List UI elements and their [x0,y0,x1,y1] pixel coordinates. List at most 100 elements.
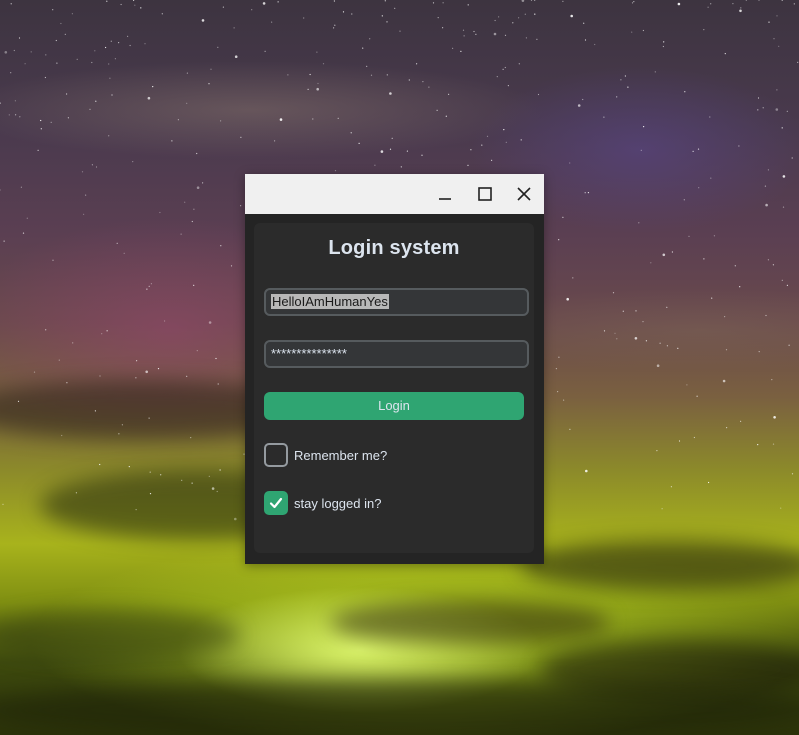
star [10,72,12,74]
star [584,192,586,194]
star [89,108,91,110]
star [210,68,212,70]
checkmark-icon [269,497,283,509]
star [146,288,148,290]
star [786,110,788,112]
star [460,50,462,53]
minimize-button[interactable] [425,174,465,214]
star [793,3,795,5]
star [711,297,713,299]
star [264,50,266,52]
star [160,474,162,476]
remember-me-checkbox[interactable] [264,443,288,467]
star [530,0,533,1]
star [309,73,311,76]
star [132,161,134,163]
star [662,253,666,257]
star [594,43,596,46]
star [333,0,335,2]
close-button[interactable] [504,174,544,214]
star [37,149,39,151]
star [577,104,581,107]
star [710,3,712,5]
star [216,490,218,493]
star [2,503,4,505]
star [76,58,78,61]
star [389,148,392,150]
star [758,351,760,353]
star [620,79,622,81]
remember-me-label[interactable]: Remember me? [294,448,387,463]
star [555,368,558,370]
star [475,33,477,35]
star [316,51,318,53]
star [118,433,120,435]
star [406,150,408,152]
star [536,38,538,40]
star [645,340,648,342]
star [4,51,8,54]
star [121,424,123,426]
star [493,32,497,36]
star [650,262,652,264]
star [33,371,36,373]
star [108,63,110,65]
login-window: Login system HelloIAmHumanYes **********… [245,174,544,564]
remember-me-checkbox-row[interactable]: Remember me? [264,443,387,467]
star [287,74,289,76]
login-button[interactable]: Login [264,392,524,420]
star [707,6,709,8]
star [780,507,782,509]
star [251,9,253,11]
star [642,321,644,323]
maximize-button[interactable] [465,174,505,214]
star [30,51,32,53]
star [147,96,151,100]
star [782,206,785,208]
title-bar[interactable] [245,174,544,214]
star [739,9,742,13]
star [503,129,505,131]
star [208,321,212,324]
star [662,45,665,48]
star [778,45,780,47]
star [696,395,698,397]
username-field[interactable]: HelloIAmHumanYes [264,288,529,316]
star [40,128,42,130]
star [217,46,219,48]
star [504,66,506,69]
minimize-icon [439,198,451,200]
star [408,79,410,81]
star [66,93,68,95]
star [703,258,705,260]
star [101,333,103,335]
star [661,508,663,510]
password-field[interactable]: *************** [264,340,529,368]
stay-logged-in-label[interactable]: stay logged in? [294,496,381,511]
stay-logged-in-checkbox-row[interactable]: stay logged in? [264,491,381,515]
star [569,162,571,164]
star [399,30,401,32]
star [134,4,136,6]
star [797,61,799,64]
star [612,292,615,294]
star [22,232,25,234]
stay-logged-in-checkbox[interactable] [264,491,288,515]
star [603,330,606,332]
login-frame: Login system HelloIAmHumanYes **********… [254,223,534,553]
star [145,370,148,374]
star [17,400,20,402]
star [616,96,618,98]
star [563,399,565,401]
star [150,283,152,285]
star [75,492,77,494]
star [767,169,770,171]
star [342,11,345,13]
star [99,375,101,377]
star [445,115,447,117]
star [642,29,645,32]
star [633,1,635,3]
star [19,116,21,118]
star [534,13,536,15]
star [616,338,618,340]
